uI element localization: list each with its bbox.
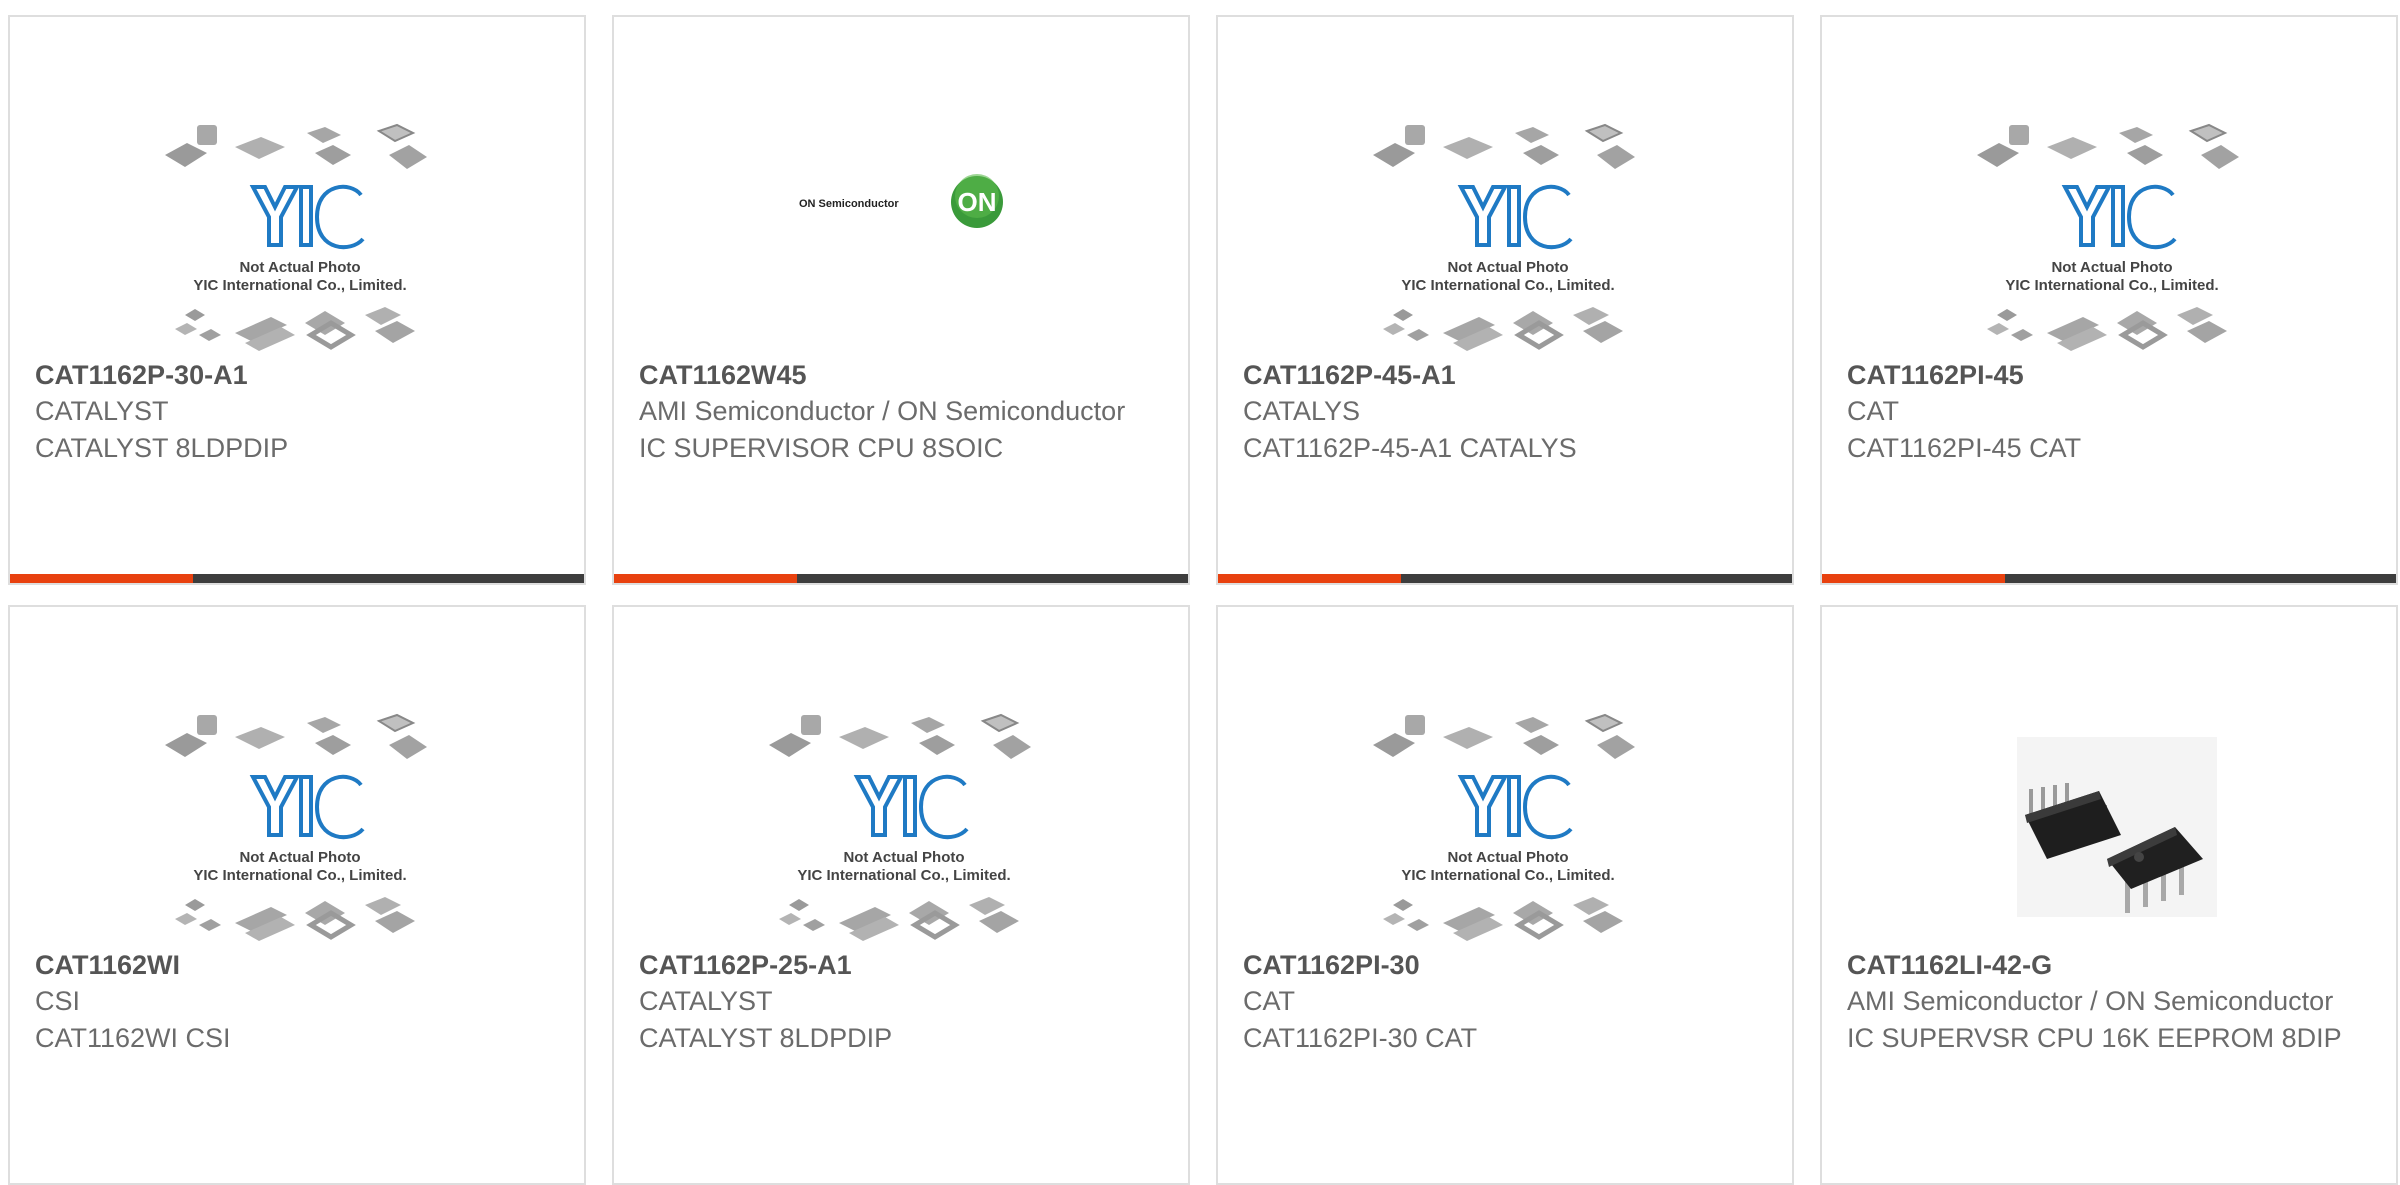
- onsemi-badge-text: ON: [958, 187, 997, 217]
- product-card[interactable]: Not Actual Photo YIC International Co., …: [8, 605, 586, 1185]
- accent-bar: [1822, 574, 2005, 583]
- placeholder-line2: YIC International Co., Limited.: [193, 867, 406, 884]
- description: CATALYST 8LDPDIP: [35, 433, 289, 463]
- accent-bar: [614, 574, 797, 583]
- product-image[interactable]: ON Semiconductor ON: [614, 97, 1188, 357]
- product-image[interactable]: Not Actual Photo YIC International Co., …: [1218, 687, 1792, 947]
- manufacturer: AMI Semiconductor / ON Semiconductor: [1847, 986, 2334, 1016]
- product-image[interactable]: Not Actual Photo YIC International Co., …: [1822, 97, 2396, 357]
- description: CAT1162P-45-A1 CATALYS: [1243, 433, 1577, 463]
- product-card[interactable]: Not Actual Photo YIC International Co., …: [8, 15, 586, 585]
- manufacturer: CSI: [35, 986, 81, 1016]
- product-image[interactable]: Not Actual Photo YIC International Co., …: [1218, 97, 1792, 357]
- product-grid: Not Actual Photo YIC International Co., …: [0, 0, 2400, 1185]
- accent-bar: [1218, 574, 1401, 583]
- placeholder-line1: Not Actual Photo: [2051, 259, 2172, 276]
- product-image[interactable]: Not Actual Photo YIC International Co., …: [614, 687, 1188, 947]
- manufacturer: AMI Semiconductor / ON Semiconductor: [639, 396, 1126, 426]
- product-card[interactable]: ON Semiconductor ON CAT1162W45 AMI Semic…: [612, 15, 1190, 585]
- description: IC SUPERVISOR CPU 8SOIC: [639, 433, 1004, 463]
- card-bottom-bar: [1822, 574, 2396, 583]
- placeholder-line1: Not Actual Photo: [1447, 849, 1568, 866]
- placeholder-line2: YIC International Co., Limited.: [1401, 867, 1614, 884]
- placeholder-line2: YIC International Co., Limited.: [2005, 277, 2218, 294]
- part-number[interactable]: CAT1162PI-30: [1243, 947, 1763, 983]
- placeholder-line1: Not Actual Photo: [239, 849, 360, 866]
- manufacturer: CAT: [1847, 396, 1899, 426]
- product-image[interactable]: [1822, 687, 2396, 947]
- card-bottom-bar: [1218, 574, 1792, 583]
- part-number[interactable]: CAT1162LI-42-G: [1847, 947, 2367, 983]
- manufacturer: CATALYST: [35, 396, 169, 426]
- part-number[interactable]: CAT1162W45: [639, 357, 1159, 393]
- product-card[interactable]: Not Actual Photo YIC International Co., …: [612, 605, 1190, 1185]
- manufacturer: CAT: [1243, 986, 1295, 1016]
- card-bottom-bar: [10, 574, 584, 583]
- placeholder-line2: YIC International Co., Limited.: [193, 277, 406, 294]
- part-number[interactable]: CAT1162P-45-A1: [1243, 357, 1763, 393]
- part-number[interactable]: CAT1162WI: [35, 947, 555, 983]
- product-card[interactable]: Not Actual Photo YIC International Co., …: [1216, 605, 1794, 1185]
- part-number[interactable]: CAT1162P-25-A1: [639, 947, 1159, 983]
- accent-bar: [10, 574, 193, 583]
- description: CAT1162PI-30 CAT: [1243, 1023, 1478, 1053]
- product-card[interactable]: Not Actual Photo YIC International Co., …: [1820, 15, 2398, 585]
- product-image[interactable]: Not Actual Photo YIC International Co., …: [10, 97, 584, 357]
- placeholder-line1: Not Actual Photo: [843, 849, 964, 866]
- placeholder-line2: YIC International Co., Limited.: [797, 867, 1010, 884]
- product-card[interactable]: Not Actual Photo YIC International Co., …: [1216, 15, 1794, 585]
- description: CAT1162PI-45 CAT: [1847, 433, 2082, 463]
- part-number[interactable]: CAT1162P-30-A1: [35, 357, 555, 393]
- manufacturer: CATALYS: [1243, 396, 1361, 426]
- product-image[interactable]: Not Actual Photo YIC International Co., …: [10, 687, 584, 947]
- placeholder-line2: YIC International Co., Limited.: [1401, 277, 1614, 294]
- placeholder-line1: Not Actual Photo: [1447, 259, 1568, 276]
- description: CAT1162WI CSI: [35, 1023, 231, 1053]
- description: IC SUPERVSR CPU 16K EEPROM 8DIP: [1847, 1023, 2342, 1053]
- part-number[interactable]: CAT1162PI-45: [1847, 357, 2367, 393]
- onsemi-logo-text: ON Semiconductor: [799, 198, 899, 210]
- product-card[interactable]: CAT1162LI-42-G AMI Semiconductor / ON Se…: [1820, 605, 2398, 1185]
- description: CATALYST 8LDPDIP: [639, 1023, 893, 1053]
- manufacturer: CATALYST: [639, 986, 773, 1016]
- placeholder-line1: Not Actual Photo: [239, 259, 360, 276]
- card-bottom-bar: [614, 574, 1188, 583]
